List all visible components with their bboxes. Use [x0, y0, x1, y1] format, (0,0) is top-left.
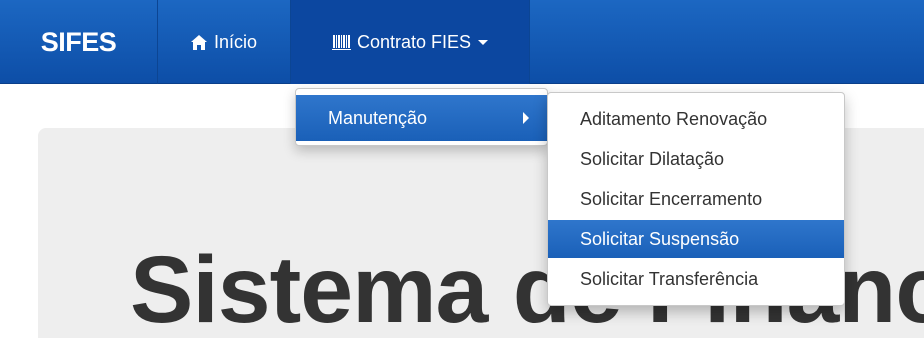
submenu-item-aditamento-renovacao[interactable]: Aditamento Renovação [548, 100, 844, 138]
top-navbar: SIFES Início Contrato FIES [0, 0, 924, 84]
contrato-dropdown-menu: Manutenção [295, 88, 548, 146]
menu-item-manutencao[interactable]: Manutenção [296, 95, 547, 141]
home-icon [190, 34, 207, 50]
caret-right-icon [523, 112, 529, 124]
barcode-icon [331, 35, 351, 50]
nav-contrato-fies[interactable]: Contrato FIES [291, 0, 530, 84]
caret-down-icon [478, 39, 489, 45]
manutencao-submenu: Aditamento Renovação Solicitar Dilatação… [547, 92, 845, 306]
menu-item-manutencao-label: Manutenção [328, 107, 428, 128]
nav-contrato-label: Contrato FIES [356, 31, 472, 52]
submenu-item-solicitar-encerramento[interactable]: Solicitar Encerramento [548, 180, 844, 218]
nav-inicio[interactable]: Início [158, 0, 291, 84]
nav-inicio-label: Início [213, 31, 258, 52]
submenu-item-solicitar-dilatacao[interactable]: Solicitar Dilatação [548, 140, 844, 178]
submenu-item-solicitar-transferencia[interactable]: Solicitar Transferência [548, 260, 844, 298]
submenu-item-solicitar-suspensao[interactable]: Solicitar Suspensão [548, 220, 844, 258]
brand-link[interactable]: SIFES [0, 0, 158, 84]
